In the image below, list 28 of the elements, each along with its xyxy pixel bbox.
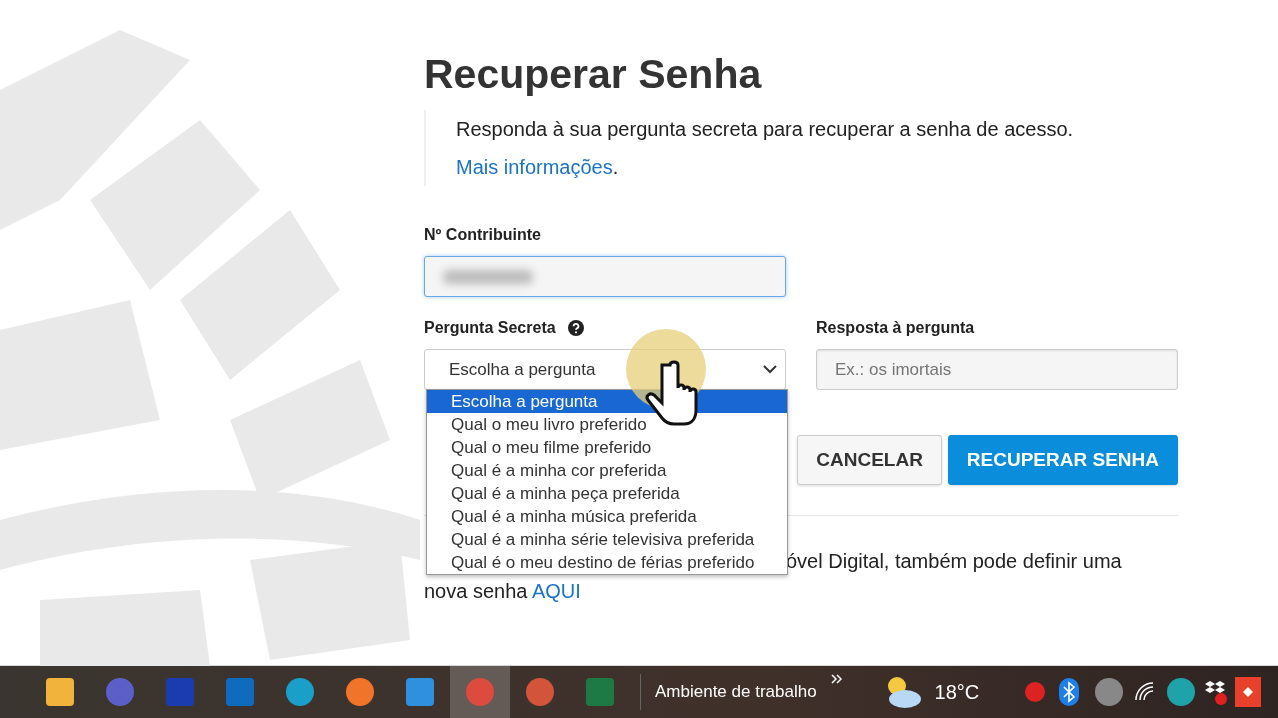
more-info-link[interactable]: Mais informações	[456, 156, 613, 178]
app-tray-icon[interactable]	[1235, 677, 1262, 707]
dropdown-option[interactable]: Qual é a minha música preferida	[427, 505, 787, 528]
temperature-text[interactable]: 18°C	[934, 680, 980, 704]
dropdown-option[interactable]: Qual é a minha série televisiva preferida	[427, 528, 787, 551]
taxpayer-label: Nº Contribuinte	[424, 226, 542, 244]
toolbar-label[interactable]: Ambiente de trabalho	[655, 682, 817, 702]
here-link[interactable]: AQUI	[531, 580, 581, 602]
taxpayer-input[interactable]	[424, 256, 786, 297]
question-label: Pergunta Secreta	[424, 319, 556, 337]
note-text: nova senha	[424, 580, 529, 602]
more-info-line: Mais informações.	[456, 155, 620, 180]
bluetooth-icon[interactable]	[1059, 678, 1080, 706]
dropdown-option[interactable]: Qual é a minha peça preferida	[427, 482, 787, 505]
note-text: óvel Digital, também pode definir uma	[786, 550, 1122, 572]
dropdown-option[interactable]: Qual o meu filme preferido	[427, 436, 787, 459]
dropdown-option[interactable]: Qual é a minha cor preferida	[427, 459, 787, 482]
recover-password-button[interactable]: RECUPERAR SENHA	[947, 435, 1178, 485]
dropdown-option[interactable]: Qual o meu livro preferido	[427, 413, 787, 436]
double-chevron-icon[interactable]	[830, 674, 843, 684]
cancel-button[interactable]: CANCELAR	[797, 435, 942, 485]
dropdown-option[interactable]: Qual é o meu destino de férias preferido	[427, 551, 787, 574]
answer-label: Resposta à pergunta	[816, 319, 976, 337]
answer-input[interactable]: Ex.: os imortais	[816, 349, 1178, 390]
help-icon[interactable]	[567, 320, 584, 336]
intro-text: Responda à sua pergunta secreta para recuperar a senha de acesso.	[456, 117, 1075, 142]
chevron-down-icon	[763, 365, 777, 374]
page-title: Recuperar Senha	[424, 52, 763, 96]
